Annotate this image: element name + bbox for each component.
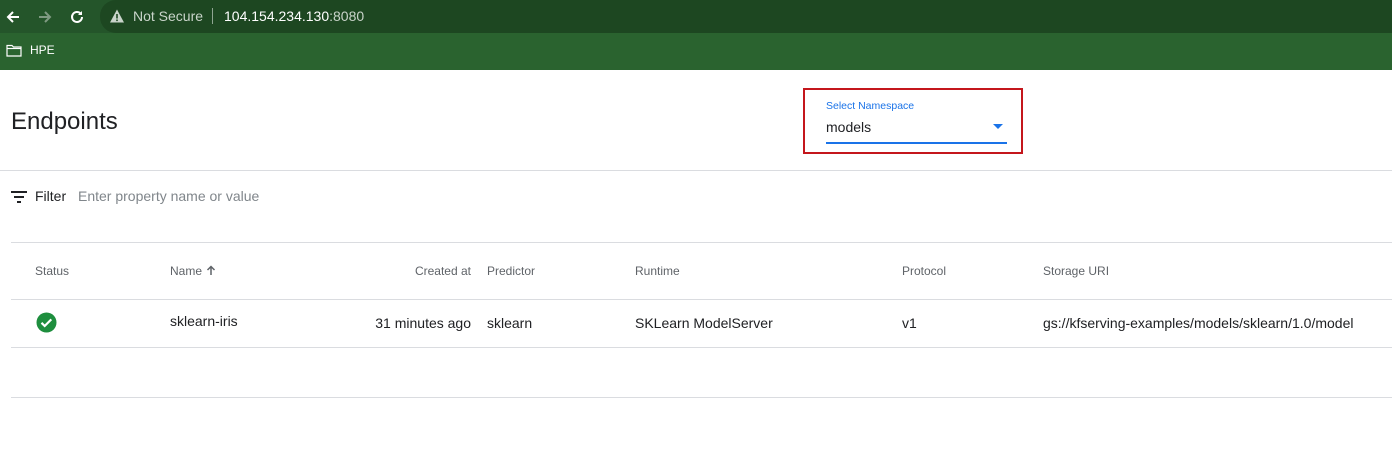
filter-icon[interactable] xyxy=(11,191,27,203)
bookmarks-bar xyxy=(0,33,1392,70)
namespace-value: models xyxy=(826,119,872,135)
column-header-storage-uri[interactable]: Storage URI xyxy=(1043,264,1109,278)
column-header-name[interactable]: Name xyxy=(170,264,216,278)
reload-button[interactable] xyxy=(66,6,88,28)
row-divider xyxy=(11,347,1392,348)
namespace-label: Select Namespace xyxy=(826,100,915,112)
warning-icon[interactable] xyxy=(109,8,125,24)
endpoint-created: 31 minutes ago xyxy=(375,315,471,331)
arrow-up-icon[interactable] xyxy=(206,265,216,276)
column-header-created[interactable]: Created at xyxy=(351,264,471,278)
column-header-runtime[interactable]: Runtime xyxy=(635,264,680,278)
filter-input[interactable] xyxy=(78,186,478,206)
reload-icon xyxy=(71,10,83,23)
column-header-name-label: Name xyxy=(170,264,203,278)
column-header-predictor[interactable]: Predictor xyxy=(487,264,535,278)
check-circle-icon xyxy=(36,312,57,333)
endpoint-runtime: SKLearn ModelServer xyxy=(635,315,773,331)
dropdown-arrow-icon[interactable] xyxy=(993,124,1003,129)
back-arrow-icon xyxy=(6,11,19,23)
url-port: :8080 xyxy=(329,8,365,24)
header-divider xyxy=(0,170,1392,171)
endpoint-predictor: sklearn xyxy=(487,315,533,331)
url-host: 104.154.234.130 xyxy=(224,8,330,24)
security-status[interactable]: Not Secure xyxy=(133,8,203,24)
filter-label: Filter xyxy=(35,188,67,204)
folder-icon xyxy=(6,44,22,57)
namespace-highlight: Select Namespace models xyxy=(803,88,1023,154)
table-bottom-divider xyxy=(11,397,1392,398)
endpoint-storage-uri: gs://kfserving-examples/models/sklearn/1… xyxy=(1043,315,1354,331)
browser-toolbar: Not Secure 104.154.234.130:8080 xyxy=(0,0,1392,33)
forward-arrow-icon xyxy=(39,11,52,23)
page-title: Endpoints xyxy=(11,108,118,135)
column-header-protocol[interactable]: Protocol xyxy=(902,264,946,278)
namespace-select[interactable]: Select Namespace models xyxy=(826,100,1007,144)
address-bar[interactable]: Not Secure 104.154.234.130:8080 xyxy=(100,0,1392,33)
url-text[interactable]: 104.154.234.130:8080 xyxy=(224,8,364,24)
forward-button[interactable] xyxy=(34,6,56,28)
header-row-divider xyxy=(11,299,1392,300)
endpoint-name[interactable]: sklearn-iris xyxy=(170,313,238,329)
endpoint-protocol: v1 xyxy=(902,315,917,331)
table-top-divider xyxy=(11,242,1392,243)
column-header-status[interactable]: Status xyxy=(35,264,69,278)
bookmark-label: HPE xyxy=(30,43,55,57)
bookmark-hpe[interactable]: HPE xyxy=(6,43,55,57)
back-button[interactable] xyxy=(2,6,24,28)
address-separator xyxy=(212,8,213,24)
